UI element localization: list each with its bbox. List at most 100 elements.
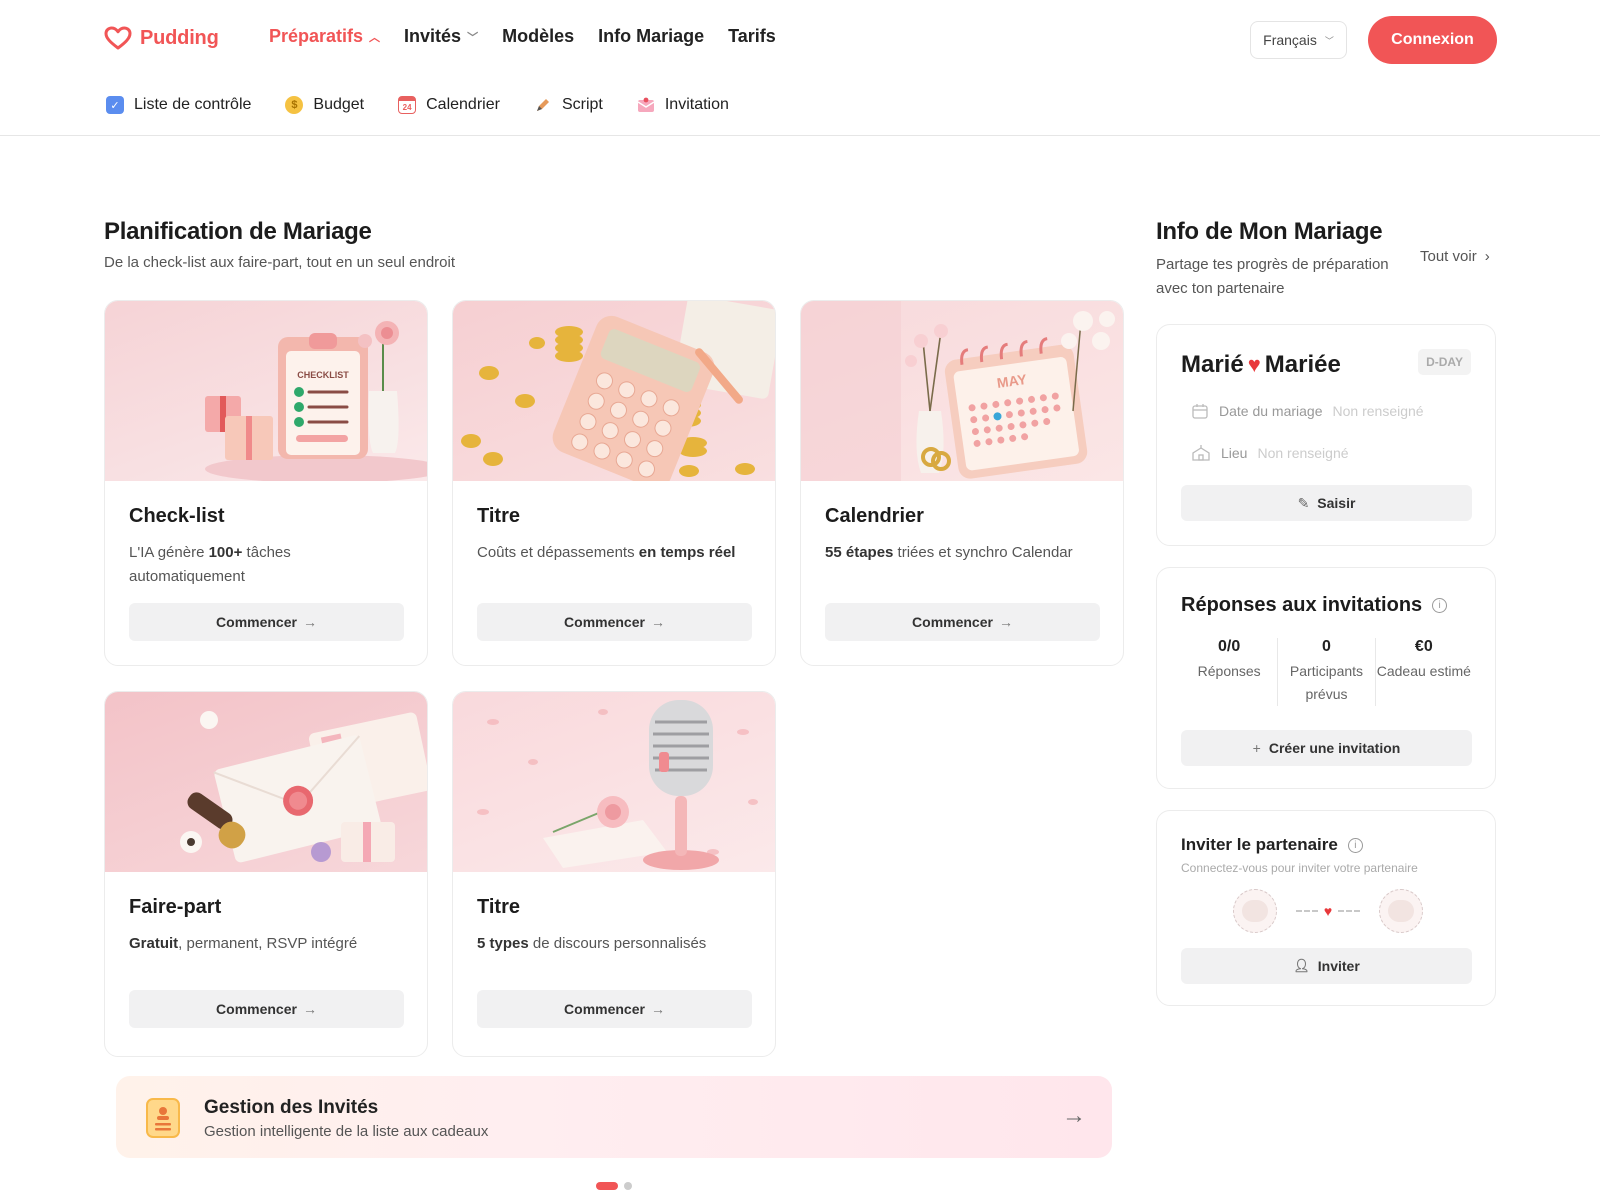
card-title: Titre: [477, 896, 520, 918]
pencil-icon: ✎: [1297, 494, 1310, 511]
button-label: Commencer: [216, 614, 297, 630]
sidebar-subtitle: Partage tes progrès de préparation avec …: [1156, 256, 1389, 297]
button-label: Commencer: [216, 1001, 297, 1017]
stat-participants: 0 Participants prévus: [1277, 638, 1374, 706]
card-description: L'IA génère 100+ tâches automatiquement: [129, 544, 291, 585]
sub-navigation: ✓ Liste de contrôle $ Budget 24 Calendri…: [0, 82, 1600, 136]
partner-subtitle: Connectez-vous pour inviter votre parten…: [1181, 861, 1418, 875]
info-icon[interactable]: i: [1432, 598, 1448, 613]
plus-icon: +: [1252, 740, 1261, 756]
subnav-item-calendar[interactable]: 24 Calendrier: [398, 96, 500, 114]
menu-modeles[interactable]: Modèles: [502, 26, 574, 47]
rsvp-stats: 0/0 Réponses 0 Participants prévus €0 Ca…: [1181, 638, 1472, 706]
wedding-date-row[interactable]: Date du mariage Non renseigné: [1191, 402, 1424, 420]
pagination-dot-1[interactable]: [596, 1182, 618, 1190]
info-icon[interactable]: i: [1347, 837, 1363, 853]
microphone-illustration: [453, 692, 775, 872]
section-subtitle: De la check-list aux faire-part, tout en…: [104, 254, 456, 271]
see-all-link[interactable]: Tout voir ›: [1420, 248, 1490, 265]
partner-title: Inviter le partenaire i: [1181, 835, 1363, 855]
rsvp-title-text: Réponses aux invitations: [1181, 594, 1423, 616]
card-description: 5 types de discours personnalisés: [477, 935, 707, 952]
date-label: Date du mariage: [1219, 403, 1323, 419]
menu-invites[interactable]: Invités ﹀: [404, 26, 478, 47]
checkbox-icon: ✓: [106, 96, 124, 114]
couple-names: Marié ♥ Mariée: [1181, 351, 1341, 379]
button-label: Inviter: [1317, 958, 1360, 974]
subnav-label: Liste de contrôle: [134, 96, 252, 113]
card-title: Faire-part: [129, 896, 222, 918]
menu-label: Préparatifs: [269, 26, 364, 46]
create-invitation-button[interactable]: + Créer une invitation: [1181, 730, 1472, 766]
invite-partner-card: Inviter le partenaire i Connectez-vous p…: [1156, 810, 1496, 1006]
start-button[interactable]: Commencer →: [129, 603, 404, 641]
menu-info-mariage[interactable]: Info Mariage: [598, 26, 704, 47]
wedding-place-row[interactable]: Lieu Non renseigné: [1191, 444, 1349, 462]
start-button[interactable]: Commencer →: [129, 990, 404, 1028]
groom-label: Marié: [1181, 351, 1244, 378]
subnav-item-checklist[interactable]: ✓ Liste de contrôle: [106, 96, 251, 114]
subnav-item-budget[interactable]: $ Budget: [285, 96, 364, 114]
language-select[interactable]: Français ﹀: [1250, 21, 1347, 59]
top-navigation: Pudding Préparatifs ︿ Invités ﹀ Modèles …: [0, 0, 1600, 80]
place-value: Non renseigné: [1257, 445, 1349, 461]
arrow-right-icon: →: [650, 1001, 665, 1017]
start-button[interactable]: Commencer →: [477, 603, 752, 641]
enter-info-button[interactable]: ✎ Saisir: [1181, 485, 1472, 521]
place-label: Lieu: [1221, 445, 1248, 461]
guest-management-banner[interactable]: Gestion des Invités Gestion intelligente…: [116, 1076, 1112, 1158]
arrow-right-icon: →: [650, 614, 665, 630]
menu-tarifs[interactable]: Tarifs: [728, 26, 776, 47]
arrow-right-icon: →: [302, 1001, 317, 1017]
invite-partner-button[interactable]: 👤︎ Inviter: [1181, 948, 1472, 984]
feature-card-budget[interactable]: Titre Coûts et dépassements en temps rée…: [452, 300, 776, 666]
connector: ♥: [1295, 903, 1361, 919]
stat-label: Réponses: [1197, 663, 1261, 679]
stat-label: Cadeau estimé: [1376, 663, 1471, 679]
wedding-info-card: Marié ♥ Mariée D-DAY Date du mariage Non…: [1156, 324, 1496, 546]
logo[interactable]: Pudding: [104, 26, 219, 50]
menu-label: Tarifs: [728, 26, 776, 46]
rsvp-title: Réponses aux invitations i: [1181, 594, 1448, 617]
calendar-illustration: MAY: [801, 301, 1123, 481]
checklist-illustration: CHECKLIST: [105, 301, 427, 481]
partner-link-visual: ♥: [1233, 889, 1423, 933]
banner-subtitle: Gestion intelligente de la liste aux cad…: [204, 1123, 489, 1140]
stat-value: €0: [1414, 638, 1433, 655]
avatar-self: [1233, 889, 1277, 933]
subnav-label: Script: [561, 96, 603, 113]
subnav-item-script[interactable]: Script: [534, 96, 603, 114]
start-button[interactable]: Commencer →: [825, 603, 1100, 641]
feature-card-invitation[interactable]: Faire-part Gratuit, permanent, RSVP inté…: [104, 691, 428, 1057]
menu-label: Modèles: [502, 26, 575, 46]
calendar-icon: 24: [398, 96, 417, 114]
feature-card-checklist[interactable]: CHECKLIST Check-list L'IA génère 100+ tâ…: [104, 300, 428, 666]
rsvp-card: Réponses aux invitations i 0/0 Réponses …: [1156, 567, 1496, 789]
card-description: Coûts et dépassements en temps réel: [477, 544, 736, 561]
arrow-right-icon: →: [1062, 1102, 1086, 1129]
button-label: Saisir: [1317, 495, 1356, 511]
arrow-right-icon: →: [998, 614, 1013, 630]
carousel-pagination: [596, 1182, 632, 1190]
coin-icon: $: [285, 96, 304, 114]
login-button[interactable]: Connexion: [1368, 16, 1497, 64]
chevron-up-icon: ︿: [369, 31, 381, 44]
pagination-dot-2[interactable]: [624, 1182, 632, 1190]
subnav-label: Invitation: [664, 96, 729, 113]
start-button[interactable]: Commencer →: [477, 990, 752, 1028]
card-title: Check-list: [129, 505, 225, 527]
date-value: Non renseigné: [1332, 403, 1424, 419]
logo-text: Pudding: [140, 26, 219, 49]
guest-list-icon: [146, 1098, 180, 1138]
menu-preparatifs[interactable]: Préparatifs ︿: [269, 26, 380, 47]
button-label: Commencer: [564, 614, 645, 630]
chevron-down-icon: ﹀: [467, 31, 479, 44]
feature-card-speech[interactable]: Titre 5 types de discours personnalisés …: [452, 691, 776, 1057]
subnav-item-invitation[interactable]: Invitation: [637, 96, 729, 114]
button-label: Commencer: [912, 614, 993, 630]
stat-value: 0: [1322, 638, 1331, 655]
sidebar-title: Info de Mon Mariage: [1156, 218, 1383, 245]
card-title: Titre: [477, 505, 520, 527]
heart-logo-icon: [104, 26, 132, 50]
feature-card-calendar[interactable]: MAY Calendrier 55 étapes triées et synch…: [800, 300, 1124, 666]
